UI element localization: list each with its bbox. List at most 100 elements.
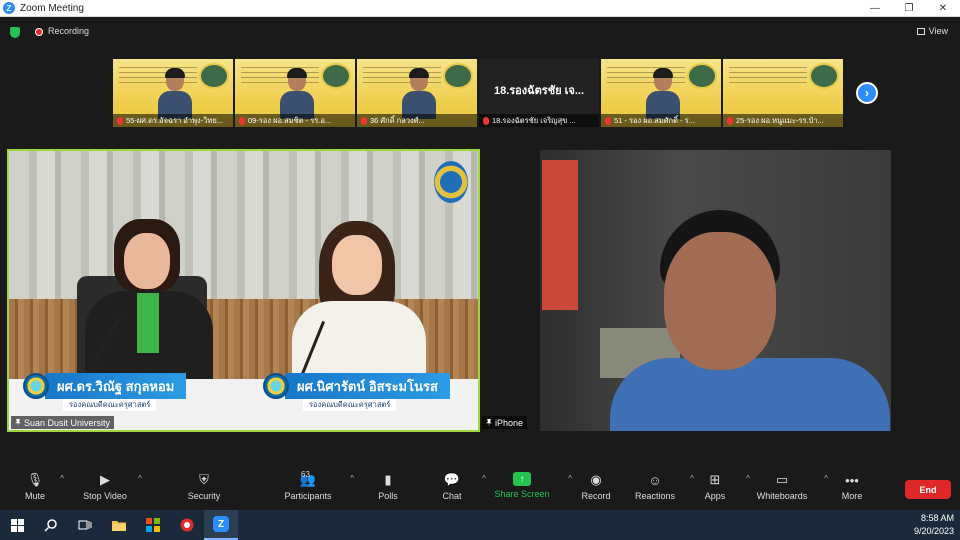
participants-count: 63	[301, 470, 310, 479]
apps-icon: ⊞	[709, 472, 721, 487]
more-label: More	[841, 491, 863, 501]
chat-button[interactable]: 💬 Chat ^	[428, 466, 486, 510]
more-button[interactable]: ••• More	[820, 466, 884, 510]
view-button[interactable]: View	[916, 26, 948, 36]
encryption-shield-icon[interactable]	[10, 27, 20, 38]
share-screen-label: Share Screen	[494, 489, 550, 499]
share-screen-button[interactable]: ↑ Share Screen ^	[476, 466, 572, 510]
participant-name: 55-ผศ.ดร.อัจฉรา อำพุง-วิทย...	[126, 115, 224, 125]
share-screen-arrow-icon: ↑	[513, 472, 531, 486]
participant-name: 18.รองฉัตรชัย เจริญสุข ...	[492, 115, 576, 125]
slide-photo	[321, 63, 351, 89]
slide-photo	[443, 63, 473, 89]
task-view-icon	[78, 520, 92, 530]
mic-muted-icon	[361, 116, 367, 125]
participant-name: 09-รอง ผอ.สมชิต - รร.อ...	[248, 115, 332, 125]
clock-date: 9/20/2023	[913, 526, 954, 536]
store-app-button[interactable]	[136, 510, 170, 540]
minimize-button[interactable]: —	[858, 0, 892, 17]
apps-button[interactable]: ⊞ Apps ^	[686, 466, 750, 510]
participant-namebar: 55-ผศ.ดร.อัจฉรา อำพุง-วิทย...	[113, 114, 233, 127]
taskbar-clock[interactable]: 8:58 AM 9/20/2023	[914, 512, 954, 538]
speaker-2-name: ผศ.นิศารัตน์ อิสระมโนรส	[285, 373, 450, 399]
participant-video	[158, 68, 192, 119]
participant-thumbnail[interactable]: 25-รอง ผอ.หนูแมะ-รร.บ้า...	[723, 59, 843, 127]
participant-namebar: 09-รอง ผอ.สมชิต - รร.อ...	[235, 114, 355, 127]
stop-video-button[interactable]: ▶ Stop Video ^	[70, 466, 142, 510]
mute-label: Mute	[24, 491, 45, 501]
folder-icon	[112, 520, 126, 531]
mute-options-chevron-icon[interactable]: ^	[60, 474, 64, 483]
recording-dot-icon	[35, 28, 43, 36]
participant-figure	[610, 210, 890, 431]
speaker-2-nameplate: ผศ.นิศารัตน์ อิสระมโนรส รองคณบดีคณะครุศา…	[263, 373, 478, 413]
task-view-button[interactable]	[68, 510, 102, 540]
main-video-label: Suan Dusit University	[11, 416, 115, 429]
participant-namebar: 25-รอง ผอ.หนูแมะ-รร.บ้า...	[723, 114, 843, 127]
participant-video	[280, 68, 314, 119]
chat-bubble-icon: 💬	[443, 472, 461, 487]
next-page-chevron-icon[interactable]: ›	[856, 82, 878, 104]
close-button[interactable]: ✕	[926, 0, 960, 17]
grid-view-icon	[916, 27, 925, 35]
view-label: View	[928, 26, 948, 36]
participants-button[interactable]: 👥 63 Participants ^	[268, 466, 354, 510]
university-emblem-icon	[434, 161, 468, 203]
zoom-app-icon: Z	[213, 516, 229, 532]
speaker-1-title: รองคณบดีคณะครุศาสตร์	[63, 399, 157, 411]
participant-thumbnail[interactable]: 36 ศักดิ์ กลวงศ์...	[357, 59, 477, 127]
red-app-button[interactable]	[170, 510, 204, 540]
whiteboards-button[interactable]: ▭ Whiteboards ^	[744, 466, 828, 510]
side-video-name: iPhone	[495, 417, 524, 428]
participant-thumbnail[interactable]: 09-รอง ผอ.สมชิต - รร.อ...	[235, 59, 355, 127]
whiteboards-label: Whiteboards	[756, 491, 808, 501]
participant-video	[646, 68, 680, 119]
record-button[interactable]: ◉ Record	[568, 466, 624, 510]
mic-muted-icon	[483, 116, 489, 125]
speaker-1-nameplate: ผศ.ดร.วิณัฐ สกุลหอม รองคณบดีคณะครุศาสตร์	[23, 373, 253, 413]
participants-label: Participants	[284, 491, 332, 501]
university-seal-icon	[23, 373, 49, 399]
red-object	[542, 160, 578, 310]
more-dots-icon: •••	[845, 472, 859, 488]
start-button[interactable]	[0, 510, 34, 540]
file-explorer-button[interactable]	[102, 510, 136, 540]
mic-muted-icon	[605, 116, 611, 125]
participant-name: 51 - รอง ผอ.สมศักดิ์ - ร...	[614, 115, 695, 125]
polls-button[interactable]: ▮ Polls	[348, 466, 428, 510]
mic-muted-icon	[727, 116, 733, 125]
mute-button[interactable]: 🎙 Mute ^	[0, 466, 70, 510]
whiteboard-icon: ▭	[775, 472, 789, 487]
participant-thumbnail[interactable]: 51 - รอง ผอ.สมศักดิ์ - ร...	[601, 59, 721, 127]
restore-button[interactable]: ❐	[892, 0, 926, 17]
reactions-smile-icon: ☺	[648, 472, 662, 488]
slide-photo	[687, 63, 717, 89]
zoom-app: Z Zoom Meeting — ❐ ✕ Recording View 55-ผ	[0, 0, 960, 540]
meeting-toolbar: 🎙 Mute ^ ▶ Stop Video ^ ⛨ Security 👥 63 …	[0, 466, 960, 510]
participant-thumbnail[interactable]: 55-ผศ.ดร.อัจฉรา อำพุง-วิทย...	[113, 59, 233, 127]
reactions-button[interactable]: ☺ Reactions ^	[624, 466, 694, 510]
record-label: Record	[581, 491, 611, 501]
security-button[interactable]: ⛨ Security	[140, 466, 268, 510]
slide-text-lines	[729, 67, 807, 85]
participant-namebar: 18.รองฉัตรชัย เจริญสุข ...	[479, 114, 599, 127]
end-meeting-button[interactable]: End	[905, 480, 951, 499]
mic-muted-icon	[239, 116, 245, 125]
participant-thumbnail[interactable]: 18.รองฉัตรชัย เจ... 18.รองฉัตรชัย เจริญส…	[479, 59, 599, 127]
polls-label: Polls	[378, 491, 398, 501]
meeting-top-info: Recording View	[0, 17, 960, 47]
speaker-2-title: รองคณบดีคณะครุศาสตร์	[303, 399, 397, 411]
participant-video-iphone[interactable]	[540, 150, 891, 431]
recording-label[interactable]: Recording	[48, 26, 89, 36]
participant-video	[402, 68, 436, 119]
zoom-logo-icon: Z	[3, 2, 15, 14]
speaker-1-figure	[79, 219, 219, 391]
red-circle-app-icon	[180, 518, 194, 532]
main-video-name: Suan Dusit University	[24, 417, 111, 428]
search-button[interactable]	[34, 510, 68, 540]
clock-time: 8:58 AM	[920, 513, 954, 523]
active-speaker-video[interactable]: ผศ.ดร.วิณัฐ สกุลหอม รองคณบดีคณะครุศาสตร์…	[7, 149, 480, 432]
zoom-taskbar-button[interactable]: Z	[204, 510, 238, 540]
slide-photo	[199, 63, 229, 89]
mic-muted-icon	[117, 116, 123, 125]
